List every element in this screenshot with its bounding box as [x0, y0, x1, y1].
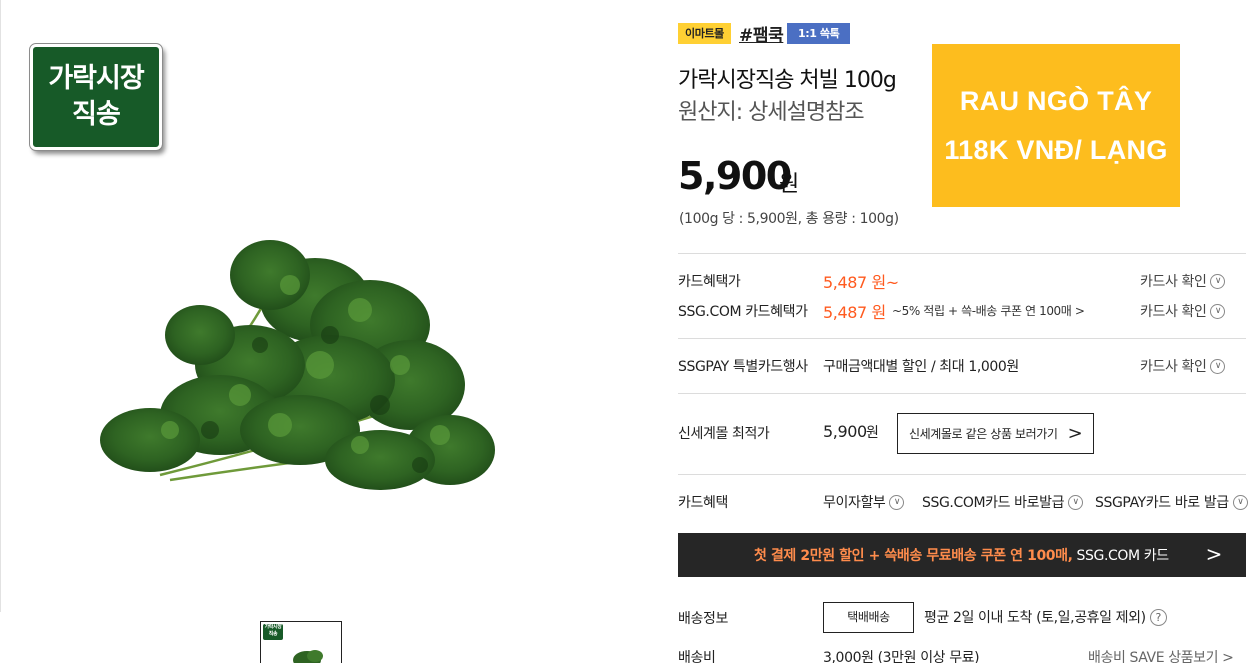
divider [678, 393, 1246, 394]
card-check-2-label: 카드사 확인 [1140, 304, 1207, 320]
card-check-3[interactable]: 카드사 확인 ∨ [1140, 356, 1226, 376]
banner-card-name: SSG.COM 카드 [1076, 548, 1170, 564]
ssg-card-price-label: SSG.COM 카드혜택가 [678, 304, 808, 320]
chevron-right-icon: > [1205, 542, 1223, 566]
ssg-card-issue-label: SSG.COM카드 바로발급 [922, 495, 1065, 511]
divider [678, 253, 1246, 254]
divider [678, 338, 1246, 339]
promo-overlay: RAU NGÒ TÂY 118K VNĐ/ LẠNG [932, 44, 1180, 207]
chevron-down-circle-icon: ∨ [1210, 273, 1226, 289]
product-price: 5,900 [678, 154, 792, 198]
chervil-herb-image [100, 240, 495, 490]
installment-toggle[interactable]: 무이자할부 ∨ [823, 492, 905, 512]
chevron-down-circle-icon: ∨ [1232, 494, 1248, 510]
ssg-card-issue-toggle[interactable]: SSG.COM카드 바로발급 ∨ [922, 492, 1084, 512]
ssgpay-card-issue-toggle[interactable]: SSGPAY카드 바로 발급 ∨ [1095, 492, 1248, 512]
divider [678, 474, 1246, 475]
chevron-down-circle-icon: ∨ [1210, 358, 1226, 374]
pane-divider [0, 0, 1, 612]
shipping-save-link[interactable]: 배송비 SAVE 상품보기 > [1088, 647, 1234, 663]
ssgpay-card-issue-label: SSGPAY카드 바로 발급 [1095, 495, 1229, 511]
emart-mall-tag[interactable]: 이마트몰 [678, 23, 731, 44]
product-origin: 원산지: 상세설명참조 [678, 100, 865, 125]
lowest-price-label: 신세계몰 최적가 [678, 426, 770, 442]
shipping-info-label: 배송정보 [678, 611, 728, 627]
shipping-desc-text: 평균 2일 이내 도착 (토,일,공휴일 제외) [924, 610, 1146, 626]
shinsegae-mall-link-button[interactable]: 신세계몰로 같은 상품 보러가기 > [897, 413, 1094, 454]
garak-market-badge: 가락시장 직송 [29, 43, 163, 151]
question-circle-icon[interactable]: ? [1149, 608, 1167, 626]
product-title: 가락시장직송 처빌 100g [678, 68, 897, 93]
card-check-1-label: 카드사 확인 [1140, 274, 1207, 290]
ssg-talk-button[interactable]: 1:1 쓱톡 [787, 23, 851, 44]
hashtag-link[interactable]: #팸쿡 [739, 21, 784, 46]
ssgpay-event-desc: 구매금액대별 할인 / 최대 1,000원 [823, 359, 1019, 375]
promo-line-2: 118K VNĐ/ LẠNG [944, 134, 1168, 165]
shipping-method-button[interactable]: 택배배송 [823, 602, 914, 633]
shinsegae-mall-link-label: 신세계몰로 같은 상품 보러가기 [909, 427, 1058, 441]
product-image-pane: 가락시장 직송 가락시장 직송 [0, 0, 640, 663]
card-check-3-label: 카드사 확인 [1140, 359, 1207, 375]
badge-line-2: 직송 [72, 99, 121, 130]
card-benefit-price-label: 카드혜택가 [678, 274, 741, 290]
thumbnail-1[interactable]: 가락시장 직송 [260, 621, 342, 663]
lowest-price-value: 5,900 [823, 422, 867, 441]
card-check-2[interactable]: 카드사 확인 ∨ [1140, 301, 1226, 321]
chevron-down-circle-icon: ∨ [889, 494, 905, 510]
price-currency: 원 [779, 172, 799, 197]
banner-highlight: 첫 결제 2만원 할인 + 쓱배송 무료배송 쿠폰 연 100매, [754, 548, 1073, 564]
ssgpay-event-label: SSGPAY 특별카드행사 [678, 359, 808, 375]
shipping-fee-label: 배송비 [678, 650, 716, 663]
chevron-right-icon: > [1067, 423, 1083, 444]
thumbnail-herb-image [293, 650, 323, 663]
unit-price: (100g 당 : 5,900원, 총 용량 : 100g) [679, 211, 899, 227]
shipping-desc: 평균 2일 이내 도착 (토,일,공휴일 제외) ? [924, 607, 1167, 627]
shipping-fee-value: 3,000원 (3만원 이상 무료) [823, 650, 980, 663]
ssg-card-desc-link[interactable]: ~5% 적립 + 쓱-배송 쿠폰 연 100매 > [892, 302, 1085, 319]
card-check-1[interactable]: 카드사 확인 ∨ [1140, 271, 1226, 291]
installment-label: 무이자할부 [823, 495, 886, 511]
card-benefit-price: 5,487 원~ [823, 273, 899, 292]
ssg-card-price: 5,487 원 [823, 303, 886, 322]
promo-line-1: RAU NGÒ TÂY [959, 85, 1153, 116]
card-benefit-label: 카드혜택 [678, 495, 728, 511]
chevron-down-circle-icon: ∨ [1068, 494, 1084, 510]
chevron-down-circle-icon: ∨ [1210, 303, 1226, 319]
ssg-card-promo-banner[interactable]: 첫 결제 2만원 할인 + 쓱배송 무료배송 쿠폰 연 100매, SSG.CO… [678, 533, 1246, 577]
lowest-price-currency: 원 [866, 425, 879, 441]
badge-line-1: 가락시장 [48, 63, 144, 94]
